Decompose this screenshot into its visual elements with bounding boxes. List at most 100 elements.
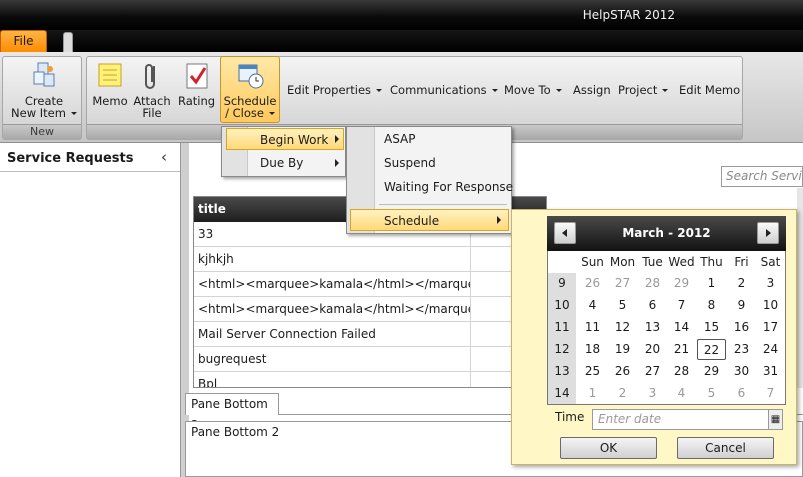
table-row[interactable]: Bpl xyxy=(194,372,546,387)
calendar-day[interactable]: 4 xyxy=(667,383,696,404)
calendar-day[interactable]: 15 xyxy=(697,317,726,338)
weekday-header: Sun xyxy=(581,255,604,269)
attach-file-button[interactable]: Attach File xyxy=(132,60,172,124)
title-cell: Bpl xyxy=(194,372,471,387)
rating-button[interactable]: Rating xyxy=(176,60,217,124)
calendar-day[interactable]: 10 xyxy=(756,295,785,316)
schedule-close-content[interactable]: Schedule / Close xyxy=(221,60,279,124)
calendar-day[interactable]: 1 xyxy=(697,273,726,294)
calendar-day[interactable]: 9 xyxy=(727,295,756,316)
calendar-month-label: March - 2012 xyxy=(547,216,786,251)
menu-item-suspend[interactable]: Suspend xyxy=(379,152,509,174)
attach-file-label-2: File xyxy=(142,106,162,120)
calendar-day[interactable]: 28 xyxy=(667,361,696,382)
search-input[interactable]: Search Service xyxy=(721,166,803,187)
dropdown-caret-icon xyxy=(555,89,562,92)
dropdown-caret-icon xyxy=(491,89,498,92)
calendar-day[interactable]: 14 xyxy=(667,317,696,338)
table-row[interactable]: kjhkjh xyxy=(194,247,546,272)
calendar-day[interactable]: 8 xyxy=(697,295,726,316)
app-title: HelpSTAR 2012 xyxy=(582,8,675,22)
time-input[interactable]: Enter date xyxy=(592,409,769,430)
pane-bottom-text: Pane Bottom 2 xyxy=(191,425,280,439)
menu-item-begin-work[interactable]: Begin Work xyxy=(226,128,344,150)
table-row[interactable]: <html><marquee>kamala</html></marquee> xyxy=(194,272,546,297)
rating-label: Rating xyxy=(177,94,216,108)
menu-item-due-by[interactable]: Due By xyxy=(226,152,344,174)
memo-button[interactable]: Memo xyxy=(91,60,129,124)
submenu-arrow-icon xyxy=(497,216,501,224)
calendar-day[interactable]: 5 xyxy=(697,383,726,404)
table-row[interactable]: bugrequest xyxy=(194,347,546,372)
calendar-day[interactable]: 17 xyxy=(756,317,785,338)
calendar-day[interactable]: 20 xyxy=(638,339,667,360)
calendar-day[interactable]: 5 xyxy=(608,295,637,316)
calendar-day[interactable]: 13 xyxy=(638,317,667,338)
collapse-pane-icon[interactable]: ‹ xyxy=(161,148,167,166)
edit-properties-button[interactable]: Edit Properties xyxy=(287,83,383,97)
table-row[interactable]: Mail Server Connection Failed xyxy=(194,322,546,347)
calendar-day[interactable]: 2 xyxy=(727,273,756,294)
pane-bottom-tab[interactable]: Pane Bottom 2 xyxy=(185,393,279,432)
communications-button[interactable]: Communications xyxy=(390,83,498,97)
calendar-day[interactable]: 27 xyxy=(638,361,667,382)
calendar-day[interactable]: 6 xyxy=(727,383,756,404)
calendar-day[interactable]: 7 xyxy=(756,383,785,404)
menu-item-schedule[interactable]: Schedule xyxy=(350,209,509,231)
vertical-scrollbar[interactable] xyxy=(797,188,803,388)
create-new-item-button[interactable]: Create New Item xyxy=(6,60,82,124)
week-number: 13 xyxy=(554,364,570,378)
calendar-day[interactable]: 26 xyxy=(608,361,637,382)
calendar-day[interactable]: 27 xyxy=(608,273,637,294)
calendar-day[interactable]: 23 xyxy=(727,339,756,360)
edit-memo-button[interactable]: Edit Memo xyxy=(679,83,740,97)
table-row[interactable]: <html><marquee>kamala</html></marquee> xyxy=(194,297,546,322)
calendar-day[interactable]: 21 xyxy=(667,339,696,360)
calendar-clock-icon xyxy=(238,64,264,89)
next-month-button[interactable] xyxy=(757,222,779,244)
cancel-button[interactable]: Cancel xyxy=(677,437,774,459)
dropdown-caret-icon xyxy=(70,112,77,115)
calendar-day[interactable]: 19 xyxy=(608,339,637,360)
calendar-day[interactable]: 26 xyxy=(578,273,607,294)
schedule-close-label-2: / Close xyxy=(221,107,279,119)
calendar-day[interactable]: 4 xyxy=(578,295,607,316)
calendar-day[interactable]: 11 xyxy=(578,317,607,338)
calendar-day[interactable]: 16 xyxy=(727,317,756,338)
weekday-header: Tue xyxy=(642,255,663,269)
move-to-button[interactable]: Move To xyxy=(504,83,562,97)
group-new-label: New xyxy=(3,124,81,139)
prev-month-button[interactable] xyxy=(554,222,576,244)
submenu-arrow-icon xyxy=(335,159,339,167)
project-button[interactable]: Project xyxy=(618,83,669,97)
calendar-day[interactable]: 2 xyxy=(608,383,637,404)
dropdown-caret-icon xyxy=(662,89,669,92)
calendar-day[interactable]: 31 xyxy=(756,361,785,382)
calendar-day[interactable]: 28 xyxy=(638,273,667,294)
calendar-day[interactable]: 24 xyxy=(756,339,785,360)
calendar-day[interactable]: 1 xyxy=(578,383,607,404)
week-number: 12 xyxy=(554,342,570,356)
calendar-day[interactable]: 25 xyxy=(578,361,607,382)
calendar-day[interactable]: 7 xyxy=(667,295,696,316)
calendar-day[interactable]: 3 xyxy=(638,383,667,404)
file-tab[interactable]: File xyxy=(0,30,47,52)
menu-item-asap[interactable]: ASAP xyxy=(379,128,509,150)
ribbon-tab-blank[interactable] xyxy=(63,32,73,52)
calendar-day[interactable]: 29 xyxy=(697,361,726,382)
menu-item-waiting-for-response[interactable]: Waiting For Response xyxy=(379,176,513,198)
left-pane xyxy=(0,143,181,477)
calendar-day[interactable]: 3 xyxy=(756,273,785,294)
calendar-day[interactable]: 22 xyxy=(697,339,726,360)
time-picker-icon[interactable]: ▦ xyxy=(769,409,783,430)
calendar-day[interactable]: 6 xyxy=(638,295,667,316)
weekday-header: Fri xyxy=(734,255,749,269)
calendar-day[interactable]: 29 xyxy=(667,273,696,294)
rating-check-icon xyxy=(186,63,207,89)
assign-button[interactable]: Assign xyxy=(573,83,611,97)
ok-button[interactable]: OK xyxy=(560,437,657,459)
calendar-day[interactable]: 18 xyxy=(578,339,607,360)
dropdown-caret-icon xyxy=(268,112,275,115)
calendar-day[interactable]: 30 xyxy=(727,361,756,382)
calendar-day[interactable]: 12 xyxy=(608,317,637,338)
